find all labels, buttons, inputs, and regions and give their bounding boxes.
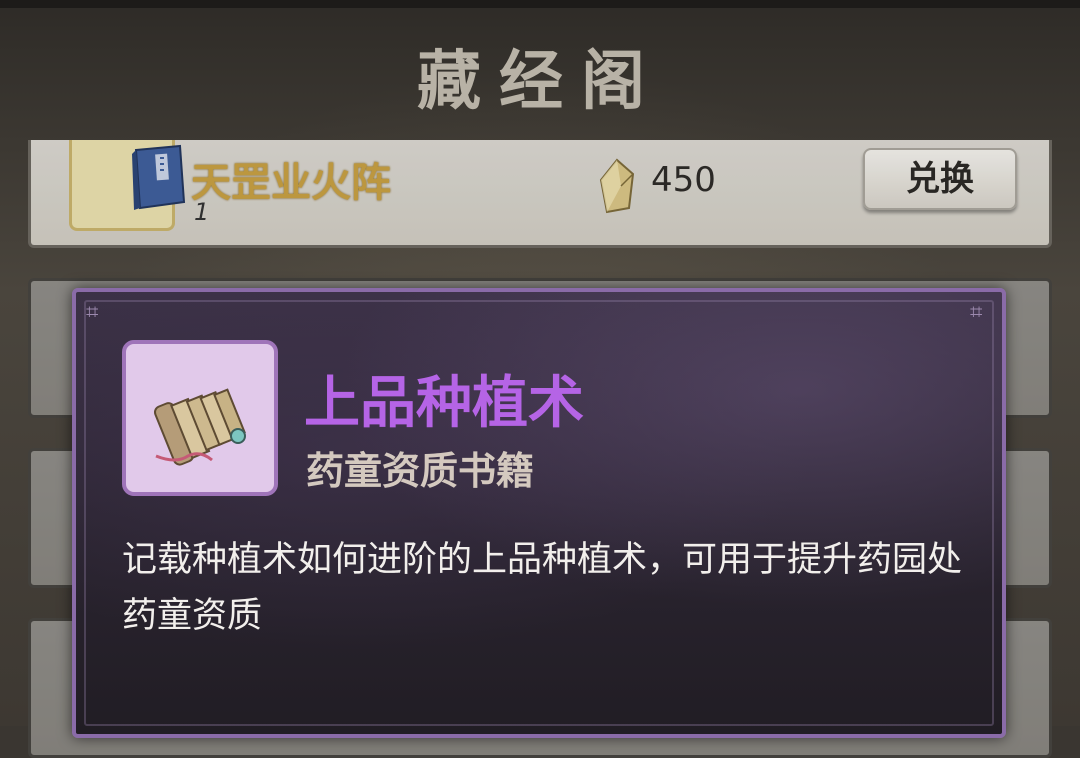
popup-item-category: 药童资质书籍 [306,449,535,493]
popup-item-name: 上品种植术 [304,371,584,436]
popup-item-description: 记载种植术如何进阶的上品种植术，可用于提升药园处药童资质 [122,540,963,636]
blue-book-icon [132,144,186,210]
corner-ornament-icon: ⌗ [970,300,983,325]
item-name: 天罡业火阵 [191,160,391,206]
exchange-button[interactable]: 兑换 [863,148,1017,210]
corner-ornament-icon: ⌗ [86,300,99,325]
item-price: 450 [651,160,716,200]
page-title: 藏经阁 [417,44,663,119]
spirit-crystal-icon [599,158,635,214]
item-icon-frame [122,340,278,496]
shop-row: 1 天罡业火阵 450 兑换 [28,140,1052,248]
item-detail-popup[interactable]: ⌗ ⌗ 上品种植术 药童资质书籍 记载种植术如何进阶的上品种植术，可用于提升药园… [72,288,1006,738]
item-slot[interactable]: 1 [69,140,209,231]
scroll-bundle-icon [153,388,246,466]
top-bar [0,0,1080,8]
